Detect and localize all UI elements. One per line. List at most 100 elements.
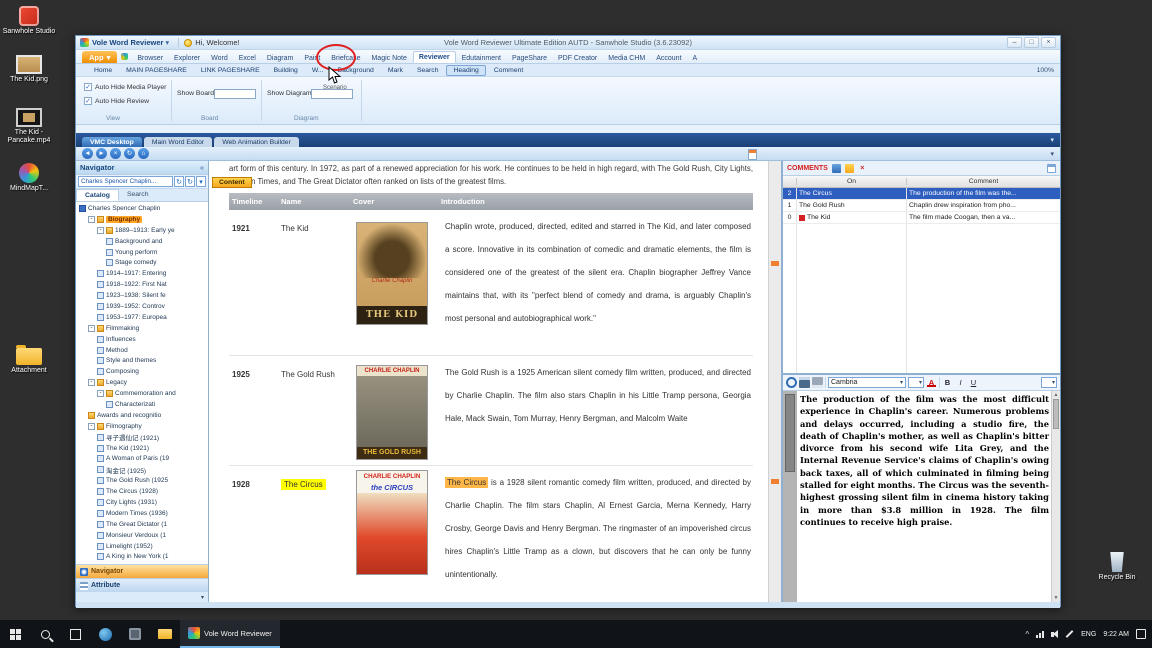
doctabs-caret-icon[interactable]: ▾ [1050,136,1054,144]
movie-poster[interactable]: CHARLIE CHAPLIN the CIRCUS [356,470,428,575]
panel-strip-caret-icon[interactable]: ▾ [201,594,204,601]
maximize-button[interactable]: □ [1024,37,1039,48]
comment-row[interactable]: 1 The Gold Rush Chaplin drew inspiration… [783,200,1060,212]
taskbar-app-vole[interactable]: Vole Word Reviewer [180,620,280,648]
ribbon-subtab[interactable]: Heading [446,65,485,76]
tree-item[interactable]: - Legacy [76,377,208,388]
comment-editor-text[interactable]: The production of the film was the most … [800,393,1049,528]
content-scrollbar[interactable] [768,161,781,602]
home-button[interactable]: ⌂ [138,148,149,159]
underline-button[interactable]: U [968,377,979,388]
ribbon-tab[interactable]: Word [206,53,233,63]
tree-item[interactable]: - Method [76,345,208,356]
navigator-bottom-bar[interactable]: Navigator [76,564,208,578]
back-button[interactable]: ◄ [82,148,93,159]
auto-hide-media-player-checkbox[interactable]: ✓ [84,83,92,91]
app-menu-button[interactable]: App▾ [82,51,117,63]
pinned-browser-button[interactable] [90,620,120,648]
tree-item[interactable]: - Young perform [76,247,208,258]
tree-item[interactable]: - The Kid (1921) [76,443,208,454]
ribbon-tab[interactable]: Briefcase [326,53,365,63]
bold-button[interactable]: B [942,377,953,388]
file-explorer-button[interactable] [150,620,180,648]
scroll-up-icon[interactable]: ▲ [1052,392,1060,398]
ribbon-tab[interactable]: Media CHM [603,53,650,63]
tree-item[interactable]: - Stage comedy [76,257,208,268]
ribbon-tab[interactable]: PageShare [507,53,552,63]
edit-comment-icon[interactable] [845,164,854,173]
action-center-icon[interactable] [1136,629,1146,639]
ribbon-tab[interactable]: Explorer [169,53,205,63]
tree-item[interactable]: - Commemoration and [76,388,208,399]
book-dropdown[interactable]: Charles Spencer Chaplin... [78,176,173,187]
ribbon-subtab[interactable]: Search [411,66,445,75]
pinned-app-button[interactable] [120,620,150,648]
tree-item[interactable]: - A King in New York (1 [76,552,208,563]
refresh-button[interactable]: ↻ [124,148,135,159]
ribbon-tab[interactable]: PDF Creator [553,53,602,63]
tree-item[interactable]: - Filmmaking [76,323,208,334]
quick-access-caret-icon[interactable]: ▾ [165,38,169,47]
tree-item[interactable]: - City Lights (1931) [76,497,208,508]
tree-item[interactable]: - Biography [76,214,208,225]
tree-expander-icon[interactable]: - [88,379,95,386]
movie-poster[interactable]: CHARLIE CHAPLIN THE GOLD RUSH [356,365,428,460]
sync-book-icon[interactable]: ↻ [185,176,195,187]
table-row[interactable]: 1928 The Circus CHARLIE CHAPLIN the CIRC… [229,466,753,602]
tree-item[interactable]: - 1923–1938: Silent fe [76,290,208,301]
tree-item[interactable]: - Modern Times (1936) [76,508,208,519]
desktop-icon[interactable]: Sanwhole Studio [2,6,56,36]
comment-row[interactable]: 2 The Circus The production of the film … [783,188,1060,200]
movie-poster[interactable]: Charlie Chaplin THE KID [356,222,428,325]
tree-item[interactable]: - Composing [76,366,208,377]
ribbon-subtab[interactable]: Mark [382,66,409,75]
ribbon-tab[interactable]: Reviewer [413,51,456,63]
editor-scrollbar[interactable]: ▲ ▼ [1051,391,1060,602]
zoom-level[interactable]: 100% [1037,67,1054,74]
more-options-button[interactable]: ▾ [1041,377,1057,388]
start-button[interactable] [0,620,30,648]
tree-item[interactable]: - Influences [76,334,208,345]
popout-comments-icon[interactable] [1047,164,1056,173]
tree-expander-icon[interactable]: - [88,423,95,430]
ribbon-tab[interactable]: Browser [132,53,168,63]
ribbon-tab[interactable]: Paint [299,53,325,63]
pen-icon[interactable] [1066,630,1074,638]
scrollbar-thumb[interactable] [785,394,795,472]
tree-item[interactable]: - Characterizati [76,399,208,410]
show-board-input[interactable] [214,89,256,99]
tree-item[interactable]: - 1939–1952: Controv [76,301,208,312]
tree-item[interactable]: - Filmography [76,421,208,432]
delete-comment-icon[interactable]: × [858,164,867,173]
font-color-button[interactable]: A [926,377,937,388]
tree-item[interactable]: - Awards and recognitio [76,410,208,421]
save-icon[interactable] [799,377,810,388]
tree-item[interactable]: - Style and themes [76,355,208,366]
document-tab[interactable]: Main Word Editor [144,137,212,147]
language-indicator[interactable]: ENG [1081,631,1096,638]
ribbon-tab[interactable]: Excel [234,53,261,63]
tree-item[interactable]: - A Woman of Paris (19 [76,453,208,464]
tree-item[interactable]: - 1914–1917: Entering [76,268,208,279]
tree-item[interactable]: - 淘金记 (1925) [76,464,208,475]
tree-item[interactable]: - Background and [76,236,208,247]
ribbon-subtab[interactable]: MAIN PAGESHARE [120,66,193,75]
refresh-icon[interactable] [786,377,797,388]
clock[interactable]: 9:22 AM [1103,631,1129,638]
tray-chevron-icon[interactable]: ^ [1025,630,1029,639]
ribbon-subtab[interactable]: Comment [488,66,529,75]
font-family-select[interactable]: Cambria▾ [828,377,906,388]
ribbon-subtab[interactable]: W... [306,66,330,75]
tree-item[interactable]: - 寻子遇仙记 (1921) [76,432,208,443]
tab-search[interactable]: Search [119,189,157,201]
forward-button[interactable]: ► [96,148,107,159]
tree-expander-icon[interactable]: - [97,227,104,234]
scroll-down-icon[interactable]: ▼ [1052,595,1060,601]
ribbon-subtab[interactable]: LINK PAGESHARE [195,66,266,75]
tree-expander-icon[interactable]: - [88,325,95,332]
network-icon[interactable] [1036,631,1044,638]
tree-item[interactable]: - The Circus (1928) [76,486,208,497]
editor-left-scrollbar[interactable] [783,391,797,602]
tree-expander-icon[interactable]: - [97,390,104,397]
ribbon-tab[interactable]: Account [651,53,686,63]
